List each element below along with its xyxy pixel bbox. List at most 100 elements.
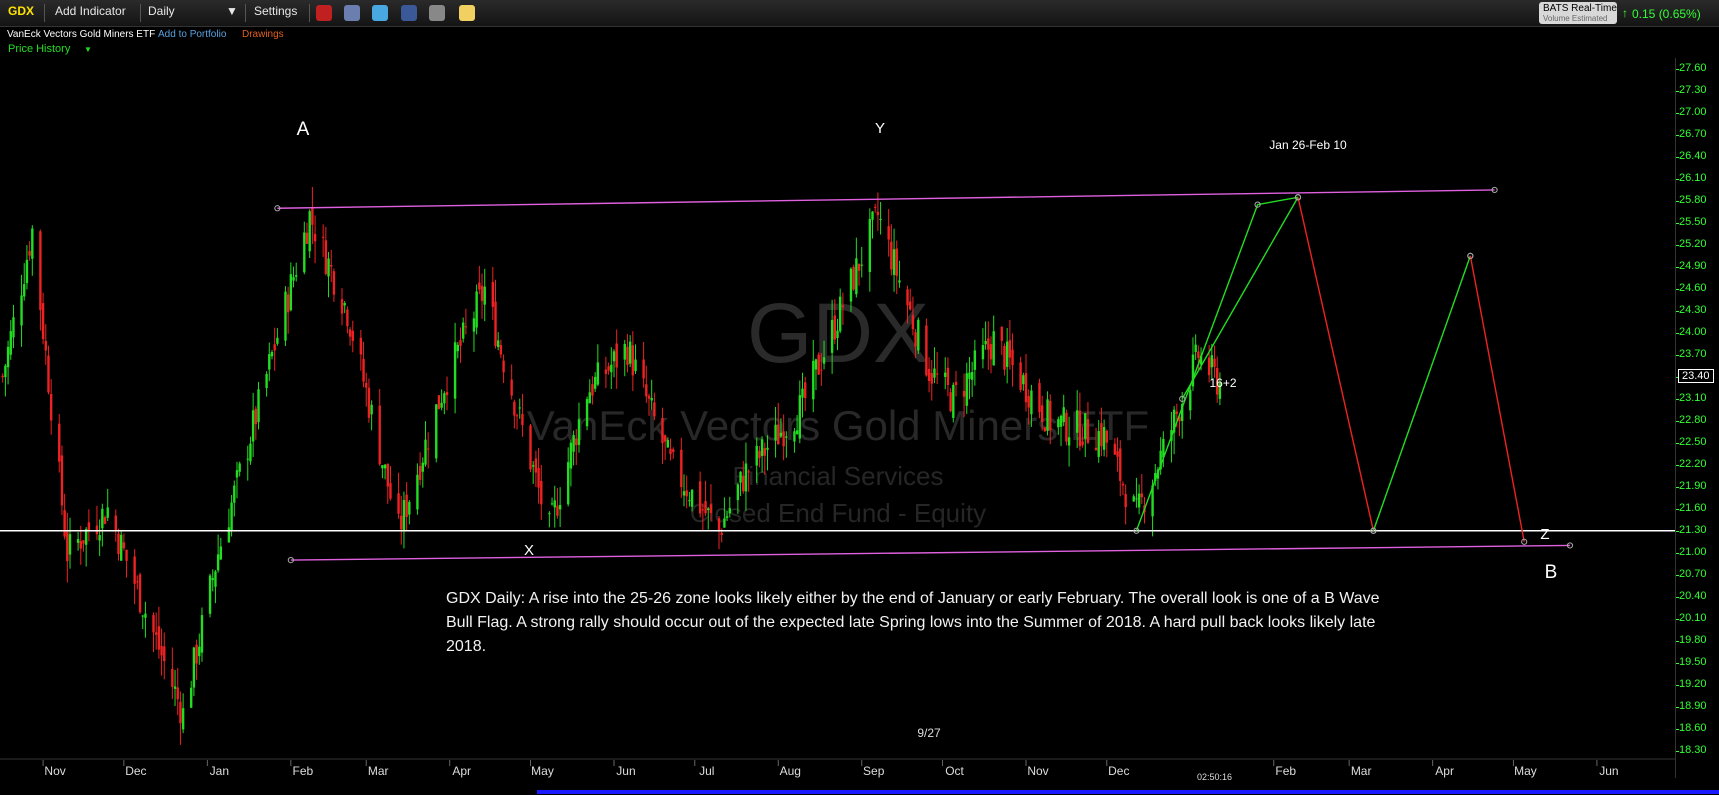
y-tick: [1676, 332, 1679, 334]
candle-body: [157, 626, 161, 650]
candle-body: [106, 507, 109, 518]
y-tick: [1676, 134, 1679, 136]
candle-body: [874, 206, 877, 208]
candle-body: [251, 410, 255, 442]
candle-body: [276, 337, 279, 344]
x-tick-label: Jan: [210, 764, 229, 778]
candle-body: [208, 575, 212, 614]
candle-body: [817, 354, 820, 375]
candle-body: [98, 535, 101, 541]
price-chart[interactable]: GDX VanEck Vectors Gold Miners ETF Finan…: [0, 0, 1719, 795]
candle-body: [890, 241, 893, 270]
candle-body: [303, 232, 306, 273]
candle-body: [1024, 373, 1028, 403]
scrollbar[interactable]: [537, 790, 1719, 794]
candle-body: [1, 375, 4, 378]
y-tick-label: 26.70: [1679, 127, 1707, 140]
candle-body: [233, 485, 236, 503]
candle-body: [744, 463, 748, 492]
y-tick-label: 20.10: [1679, 611, 1707, 624]
y-tick: [1676, 684, 1679, 686]
candle-body: [962, 390, 966, 397]
candle-body: [456, 344, 459, 352]
candle-body: [200, 615, 204, 653]
candle-body: [855, 258, 858, 295]
candle-body: [793, 431, 796, 442]
candle-body: [725, 516, 729, 518]
y-tick: [1676, 398, 1679, 400]
candle-body: [87, 522, 91, 531]
candle-body: [954, 381, 958, 386]
candle-body: [720, 532, 723, 536]
candle-body: [254, 408, 258, 425]
candle-body: [133, 556, 136, 584]
candle-body: [1197, 351, 1200, 358]
candle-body: [666, 440, 670, 448]
candle-body: [340, 299, 344, 314]
candle-body: [424, 439, 427, 465]
last-price-label: 23.40: [1678, 368, 1714, 383]
y-tick-label: 25.20: [1679, 237, 1707, 250]
candle-body: [346, 309, 349, 327]
candle-body: [214, 571, 217, 587]
y-tick: [1676, 68, 1679, 70]
y-tick-label: 26.10: [1679, 171, 1707, 184]
candle-body: [1046, 399, 1049, 431]
candle-body: [879, 218, 882, 220]
candle-body: [707, 508, 710, 511]
candle-body: [1132, 496, 1135, 502]
candle-body: [795, 430, 799, 435]
candle-body: [935, 373, 939, 375]
candle-body: [20, 295, 23, 326]
candle-body: [860, 264, 863, 266]
candle-body: [270, 351, 274, 357]
candle-body: [569, 442, 573, 469]
candle-body: [779, 432, 783, 437]
candle-body: [402, 500, 406, 531]
candle-body: [604, 369, 608, 374]
candle-body: [483, 286, 486, 305]
candle-body: [1078, 410, 1082, 447]
y-tick-label: 24.30: [1679, 303, 1707, 316]
candle-body: [189, 687, 193, 708]
y-tick: [1676, 662, 1679, 664]
candle-body: [739, 471, 742, 483]
candle-body: [653, 402, 656, 417]
y-tick: [1676, 552, 1679, 554]
candle-body: [814, 359, 818, 370]
candle-body: [461, 322, 465, 339]
candle-body: [389, 482, 392, 499]
candle-body: [125, 549, 128, 561]
candle-body: [758, 450, 761, 458]
candle-body: [163, 646, 166, 662]
candle-body: [763, 448, 766, 456]
candle-body: [68, 534, 72, 555]
candle-body: [532, 465, 535, 467]
candle-body: [917, 319, 920, 351]
candle-body: [49, 394, 53, 421]
candle-body: [227, 527, 231, 543]
candle-body: [1027, 396, 1030, 408]
candles: [1, 186, 1222, 745]
candle-body: [575, 438, 578, 446]
candle-body: [585, 399, 589, 427]
candle-body: [295, 275, 298, 277]
candle-body: [39, 231, 42, 311]
candle-body: [553, 500, 556, 508]
y-tick: [1676, 508, 1679, 510]
candle-body: [286, 294, 290, 313]
candle-body: [76, 539, 80, 543]
candle-body: [475, 291, 478, 328]
candle-body: [685, 490, 688, 497]
candle-body: [698, 481, 702, 514]
y-tick-label: 25.80: [1679, 193, 1707, 206]
candle-body: [311, 208, 314, 225]
candle-body: [836, 330, 839, 338]
candle-body: [464, 326, 468, 328]
candle-body: [1081, 441, 1084, 446]
candle-body: [822, 357, 826, 364]
candle-body: [529, 425, 532, 470]
candle-body: [82, 540, 85, 544]
candle-body: [1038, 382, 1041, 413]
candle-body: [1003, 345, 1006, 370]
